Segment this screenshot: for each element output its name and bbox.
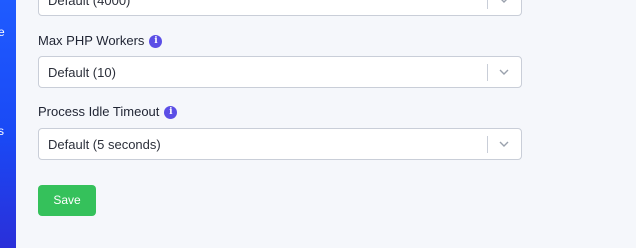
select-value: Default (10)	[48, 65, 116, 80]
select-separator	[487, 0, 488, 9]
select-value: Default (4000)	[48, 0, 131, 8]
max-php-workers-select[interactable]: Default (10)	[38, 56, 522, 88]
save-button[interactable]: Save	[38, 185, 96, 216]
max-requests-select[interactable]: Default (4000)	[38, 0, 522, 16]
field-label-text: Max PHP Workers	[38, 33, 145, 48]
process-idle-timeout-select[interactable]: Default (5 seconds)	[38, 128, 522, 160]
chevron-down-icon[interactable]	[499, 140, 509, 148]
select-separator	[487, 136, 488, 153]
settings-form: Default (4000) Max PHP Workers i Default …	[16, 0, 636, 248]
chevron-down-icon[interactable]	[499, 0, 509, 4]
info-icon[interactable]: i	[149, 35, 163, 48]
field-label-process-idle-timeout: Process Idle Timeout i	[38, 104, 178, 119]
chevron-down-icon[interactable]	[499, 68, 509, 76]
select-value: Default (5 seconds)	[48, 137, 161, 152]
sidebar: e s	[0, 0, 16, 248]
field-label-max-php-workers: Max PHP Workers i	[38, 33, 163, 48]
select-separator	[487, 64, 488, 81]
info-icon[interactable]: i	[164, 106, 178, 119]
field-label-text: Process Idle Timeout	[38, 104, 160, 119]
sidebar-item-label[interactable]: e	[0, 25, 5, 39]
sidebar-item-label[interactable]: s	[0, 124, 4, 138]
